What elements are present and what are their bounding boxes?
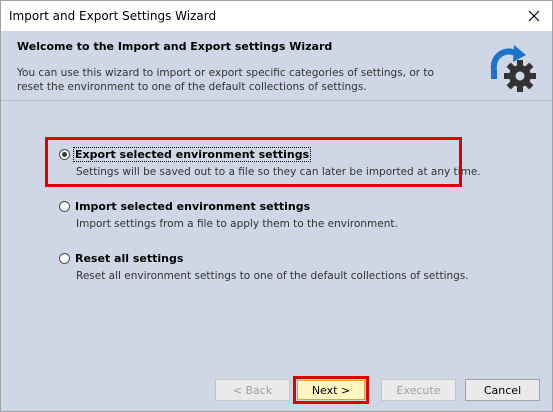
next-button[interactable]: Next > [297, 380, 365, 400]
cancel-button[interactable]: Cancel [465, 379, 540, 401]
export-option-label[interactable]: Export selected environment settings [72, 147, 312, 162]
wizard-header: Welcome to the Import and Export setting… [1, 31, 552, 100]
header-title: Welcome to the Import and Export setting… [17, 40, 333, 53]
button-bar: < Back Next > Execute Cancel [1, 371, 552, 411]
export-radio-button[interactable] [59, 149, 70, 160]
import-option-label[interactable]: Import selected environment settings [74, 200, 311, 213]
execute-button[interactable]: Execute [381, 379, 456, 401]
export-option-description: Settings will be saved out to a file so … [76, 166, 481, 178]
reset-option-description: Reset all environment settings to one of… [76, 270, 469, 282]
close-button[interactable] [522, 5, 546, 27]
header-description: You can use this wizard to import or exp… [17, 67, 434, 93]
wizard-window: Import and Export Settings Wizard Welcom… [0, 0, 553, 412]
export-option[interactable]: Export selected environment settings Set… [59, 147, 481, 178]
title-bar: Import and Export Settings Wizard [1, 1, 552, 31]
import-option[interactable]: Import selected environment settings Imp… [59, 200, 398, 230]
import-export-settings-icon [490, 45, 536, 92]
back-button[interactable]: < Back [215, 379, 290, 401]
reset-radio-button[interactable] [59, 253, 70, 264]
close-icon [528, 10, 540, 22]
window-title: Import and Export Settings Wizard [9, 9, 217, 23]
import-option-description: Import settings from a file to apply the… [76, 218, 398, 230]
reset-option[interactable]: Reset all settings Reset all environment… [59, 252, 469, 282]
import-radio-button[interactable] [59, 201, 70, 212]
options-panel: Export selected environment settings Set… [1, 101, 552, 371]
reset-option-label[interactable]: Reset all settings [74, 252, 184, 265]
